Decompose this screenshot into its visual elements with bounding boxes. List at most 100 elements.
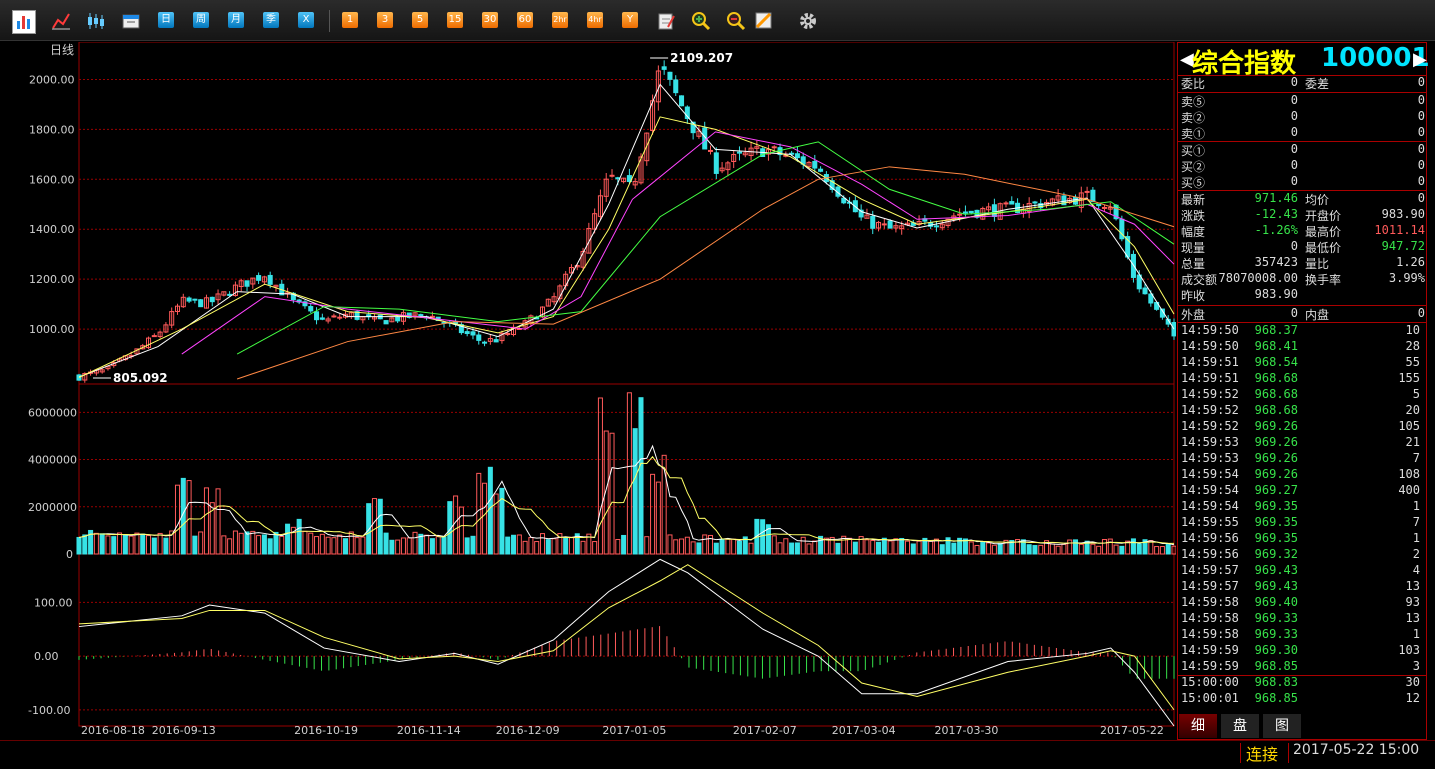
zoom-in-icon[interactable] [690,10,712,32]
period-quarter-button[interactable]: 季 [263,12,279,28]
volume-tick-label: 6000000 [28,406,77,419]
volume-bar [1090,543,1096,555]
candle-body [667,71,673,80]
volume-bar [1026,544,1032,555]
minute-30-button[interactable]: 30 [482,12,498,28]
tick-volume: 30 [1405,675,1420,689]
candle-body [331,315,337,318]
draw-line-icon[interactable] [753,10,775,32]
tick-row: 14:59:51 968.54 55 [1178,355,1428,371]
tick-row: 14:59:56 969.32 2 [1178,547,1428,563]
volume-bar [151,537,157,555]
volume-bar [655,481,661,555]
connection-status[interactable]: 连接 [1246,741,1278,765]
volume-bar [847,537,853,555]
tick-price: 968.37 [1254,323,1298,337]
volume-bar [1078,543,1084,555]
line-chart-icon[interactable] [50,10,72,32]
tick-price: 969.27 [1254,483,1298,497]
volume-bar [870,539,876,555]
volume-bar [893,538,899,555]
volume-bar [991,544,997,555]
gear-icon[interactable] [797,10,819,32]
tick-price: 969.35 [1254,515,1298,529]
tab-book[interactable]: 盘 [1221,714,1259,738]
macd-tick-label: -100.00 [28,704,70,717]
volume-bar [974,544,980,555]
year-button[interactable]: Y [622,12,638,28]
kline-chart-icon[interactable] [12,10,36,34]
candle-chart-icon[interactable] [85,10,107,32]
volume-bar [458,506,464,555]
status-divider [1240,743,1241,763]
volume-bar [667,534,673,555]
tick-volume: 13 [1405,579,1420,593]
weibi-label: 委比 [1181,77,1206,91]
ask-price: 0 [1290,109,1298,123]
tick-price: 969.35 [1254,531,1298,545]
volume-bar [296,518,302,555]
tick-row: 14:59:52 969.26 105 [1178,419,1428,435]
tick-volume: 1 [1412,531,1420,545]
volume-bar [1061,543,1067,555]
ask-volume: 0 [1417,109,1425,123]
volume-bar [928,540,934,555]
macd-pane-frame [78,553,1175,727]
tick-volume: 7 [1412,515,1420,529]
candle-body [887,220,893,229]
period-month-button[interactable]: 月 [228,12,244,28]
kline-chart[interactable]: 日线 2000.00 1800.00 1600.00 1400.00 1200.00 100… [0,42,1176,740]
volume-bar [93,532,99,555]
tick-volume: 400 [1398,483,1420,497]
candle-body [818,168,824,172]
stat-value: 0 [1417,191,1425,205]
volume-bar [1055,545,1061,555]
zoom-out-icon[interactable] [725,10,747,32]
volume-bar [470,535,476,555]
status-bar: 连接 2017-05-22 15:00 [0,740,1435,769]
tick-price: 969.26 [1254,419,1298,433]
stat-value: 3.99% [1388,271,1425,285]
tab-chart[interactable]: 图 [1263,714,1301,738]
minute-15-button[interactable]: 15 [447,12,463,28]
weibi-value: 0 [1290,75,1298,89]
hour-2-button[interactable]: 2hr [552,12,568,28]
dea-line [78,564,1175,711]
stat-label: 幅度 [1181,225,1206,239]
volume-bar [736,540,742,555]
weicha-label: 委差 [1305,77,1330,91]
tick-price: 969.26 [1254,435,1298,449]
volume-bar [632,428,638,555]
volume-bar [626,392,632,555]
period-week-button[interactable]: 周 [193,12,209,28]
next-arrow-icon[interactable]: ▶ [1413,49,1427,70]
volume-bar [1119,545,1125,555]
volume-bar [800,536,806,555]
tab-detail[interactable]: 细 [1179,714,1217,738]
tick-row: 14:59:54 969.35 1 [1178,499,1428,515]
stat-label: 开盘价 [1305,209,1342,223]
period-day-button[interactable]: 日 [158,12,174,28]
minute-60-button[interactable]: 60 [517,12,533,28]
period-x-button[interactable]: X [298,12,314,28]
hour-4-button[interactable]: 4hr [587,12,603,28]
volume-bar [551,538,557,555]
volume-bar [140,533,146,555]
candle-body [383,320,389,325]
tick-time: 14:59:50 [1181,323,1239,337]
tick-price: 969.33 [1254,611,1298,625]
volume-bar [261,534,267,555]
tick-row: 14:59:56 969.35 1 [1178,531,1428,547]
calendar-icon[interactable] [120,10,142,32]
minute-1-button[interactable]: 1 [342,12,358,28]
minute-5-button[interactable]: 5 [412,12,428,28]
stat-value: 1.26 [1396,255,1425,269]
candle-body [395,316,401,322]
volume-bar [412,531,418,555]
volume-bar [342,538,349,555]
minute-3-button[interactable]: 3 [377,12,393,28]
price-tick-label: 1400.00 [29,223,75,236]
tick-row: 14:59:50 968.37 10 [1178,323,1428,339]
volume-bar [186,480,192,555]
notepad-icon[interactable] [655,10,677,32]
